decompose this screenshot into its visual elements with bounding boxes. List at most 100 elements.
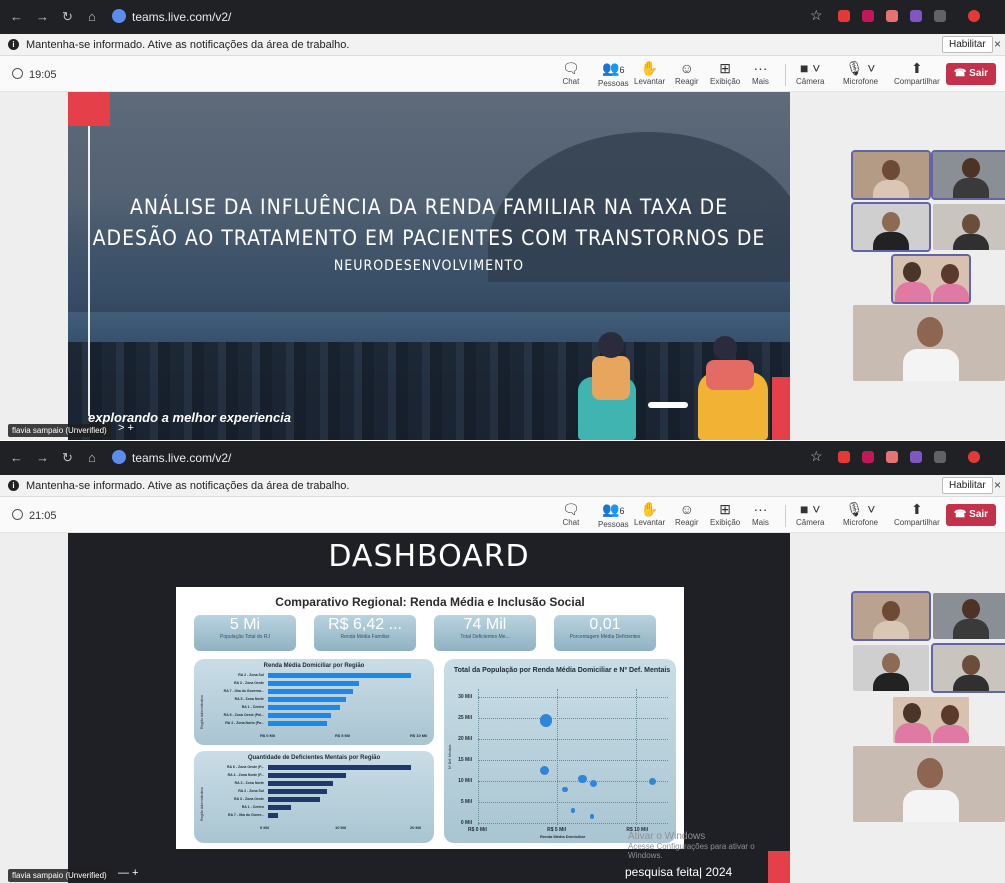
chat-icon: 🗨 <box>562 60 580 76</box>
share-button[interactable]: ⬆ Compartilhar <box>894 500 940 527</box>
react-button[interactable]: ☺ Reagir <box>675 500 699 527</box>
bar <box>268 681 360 686</box>
income-by-region-chart: Renda Média Domiciliar por Região Região… <box>194 659 434 745</box>
slide-nav-controls[interactable]: > + <box>118 422 134 434</box>
extension-icon[interactable] <box>886 451 898 463</box>
camera-button[interactable]: ■ ˅ Câmera <box>796 59 824 86</box>
leave-button[interactable]: ☎ Sair <box>946 504 996 526</box>
share-button[interactable]: ⬆ Compartilhar <box>894 59 940 86</box>
tick-label: RA 4 - Zona Norte (P... <box>227 773 264 777</box>
extension-icon[interactable] <box>910 451 922 463</box>
react-button[interactable]: ☺ Reagir <box>675 59 699 86</box>
tick-label: RA 5 - Zona Norte <box>234 697 264 701</box>
people-button[interactable]: 👥6 Pessoas <box>598 59 629 88</box>
phone-icon: ☎ <box>953 509 970 520</box>
enable-notifications-button[interactable]: Habilitar <box>942 36 993 53</box>
extension-icon[interactable] <box>862 10 874 22</box>
tick-label: 0 Mil <box>460 820 472 826</box>
gridline <box>478 718 668 720</box>
extensions-puzzle-icon[interactable] <box>934 10 946 22</box>
gridline <box>636 689 638 825</box>
mic-button[interactable]: 🎙 ˅ Microfone <box>843 59 878 86</box>
extension-icon[interactable] <box>838 10 850 22</box>
smiley-icon: ☺ <box>679 501 694 517</box>
tick-label: RA 7 - Ilha do Governa... <box>223 689 264 693</box>
profile-avatar[interactable] <box>968 451 980 463</box>
enable-notifications-button[interactable]: Habilitar <box>942 477 993 494</box>
kpi-card: 74 Mil Total Deficientes Me... <box>434 615 536 651</box>
home-icon[interactable]: ⌂ <box>88 450 96 465</box>
view-button[interactable]: ⊞ Exibição <box>710 59 740 86</box>
raise-hand-button[interactable]: ✋ Levantar <box>634 500 665 527</box>
participant-video[interactable] <box>931 150 1005 200</box>
extension-icon[interactable] <box>910 10 922 22</box>
profile-avatar[interactable] <box>968 10 980 22</box>
participant-video[interactable] <box>851 591 931 641</box>
participant-video[interactable] <box>893 697 969 743</box>
therapy-illustration <box>578 322 768 440</box>
forward-icon[interactable]: → <box>36 450 49 465</box>
site-info-icon[interactable] <box>112 9 126 23</box>
extension-icon[interactable] <box>862 451 874 463</box>
bookmark-star-icon[interactable]: ☆ <box>810 448 823 465</box>
address-bar[interactable]: teams.live.com/v2/ <box>132 10 231 24</box>
info-icon: i <box>8 480 19 491</box>
extensions-puzzle-icon[interactable] <box>934 451 946 463</box>
reload-icon[interactable]: ↻ <box>62 450 73 466</box>
site-info-icon[interactable] <box>112 450 126 464</box>
participant-video-main[interactable] <box>853 305 1005 381</box>
gridline <box>478 760 668 762</box>
participant-video[interactable] <box>851 150 931 200</box>
reload-icon[interactable]: ↻ <box>62 9 73 25</box>
participant-video[interactable] <box>933 593 1005 639</box>
forward-icon[interactable]: → <box>36 9 49 24</box>
mic-button[interactable]: 🎙 ˅ Microfone <box>843 500 878 527</box>
chat-button[interactable]: 🗨 Chat <box>562 500 580 527</box>
participant-video-main[interactable] <box>853 746 1005 822</box>
gridline <box>478 781 668 783</box>
close-infobar-icon[interactable]: × <box>994 37 1001 51</box>
tick-label: RA 3 - Zona Oeste <box>233 797 264 801</box>
more-button[interactable]: ··· Mais <box>752 500 769 527</box>
camera-button[interactable]: ■ ˅ Câmera <box>796 500 824 527</box>
extension-icon[interactable] <box>886 10 898 22</box>
meeting-timer: 19:05 <box>12 68 57 81</box>
participant-video[interactable] <box>851 202 931 252</box>
leave-button[interactable]: ☎ Sair <box>946 63 996 85</box>
tick-label: RA 1 - Centro <box>241 705 264 709</box>
meeting-toolbar: 19:05 🗨 Chat 👥6 Pessoas ✋ Levantar ☺ Reagir … <box>0 56 1005 92</box>
extension-icon[interactable] <box>838 451 850 463</box>
bar <box>268 697 347 702</box>
slide-nav-controls[interactable]: — + <box>118 867 138 879</box>
back-icon[interactable]: ← <box>10 9 23 24</box>
participant-video[interactable] <box>933 204 1005 250</box>
participant-video[interactable] <box>931 643 1005 693</box>
chat-button[interactable]: 🗨 Chat <box>562 59 580 86</box>
raise-hand-button[interactable]: ✋ Levantar <box>634 59 665 86</box>
view-button[interactable]: ⊞ Exibição <box>710 500 740 527</box>
bar <box>268 781 334 786</box>
notification-infobar: i Mantenha-se informado. Ative as notifi… <box>0 475 1005 497</box>
dashboard-title: Comparativo Regional: Renda Média e Incl… <box>275 595 585 609</box>
tick-label: 25 Mil <box>458 715 472 722</box>
close-infobar-icon[interactable]: × <box>994 478 1001 492</box>
infobar-message: Mantenha-se informado. Ative as notifica… <box>26 39 350 51</box>
camera-icon: ■ ˅ <box>799 60 821 76</box>
bookmark-star-icon[interactable]: ☆ <box>810 7 823 24</box>
kpi-card: 0,01 Porcentagem Média Deficientes <box>554 615 656 651</box>
home-icon[interactable]: ⌂ <box>88 9 96 24</box>
back-icon[interactable]: ← <box>10 450 23 465</box>
gridline <box>478 823 668 824</box>
participant-video[interactable] <box>891 254 971 304</box>
participant-video[interactable] <box>853 645 929 691</box>
mic-icon: 🎙 ˅ <box>845 501 876 517</box>
slide-footer: pesquisa feita| 2024 <box>625 865 733 879</box>
bar <box>268 765 412 770</box>
more-button[interactable]: ··· Mais <box>752 59 769 86</box>
meeting-stage: DASHBOARD Comparativo Regional: Renda Mé… <box>0 533 1005 883</box>
presenter-name-tag: flavia sampaio (Unverified) <box>8 869 111 882</box>
bar <box>268 713 331 718</box>
disability-by-region-chart: Quantidade de Deficientes Mentais por Re… <box>194 751 434 843</box>
address-bar[interactable]: teams.live.com/v2/ <box>132 451 231 465</box>
people-button[interactable]: 👥6 Pessoas <box>598 500 629 529</box>
